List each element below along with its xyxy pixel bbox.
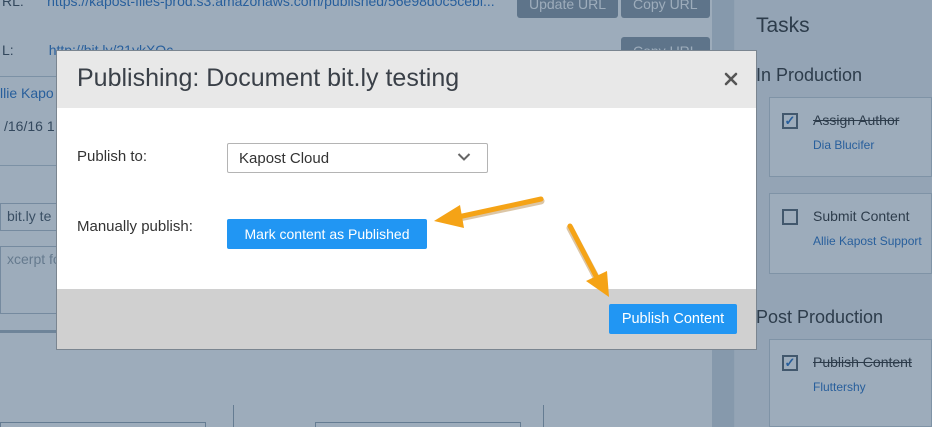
modal-footer: Publish Content [57,289,756,349]
close-icon[interactable] [723,71,739,87]
modal-header: Publishing: Document bit.ly testing [57,51,756,108]
manual-publish-label: Manually publish: [77,218,193,235]
publish-to-value: Kapost Cloud [239,150,330,167]
publish-to-select[interactable]: Kapost Cloud [227,143,488,173]
mark-as-published-button[interactable]: Mark content as Published [227,219,427,249]
publishing-modal: Publishing: Document bit.ly testing Publ… [56,50,757,350]
modal-title: Publishing: Document bit.ly testing [77,64,460,92]
chevron-down-icon [457,153,471,161]
publish-content-button[interactable]: Publish Content [609,304,737,334]
publish-to-label: Publish to: [77,148,148,165]
